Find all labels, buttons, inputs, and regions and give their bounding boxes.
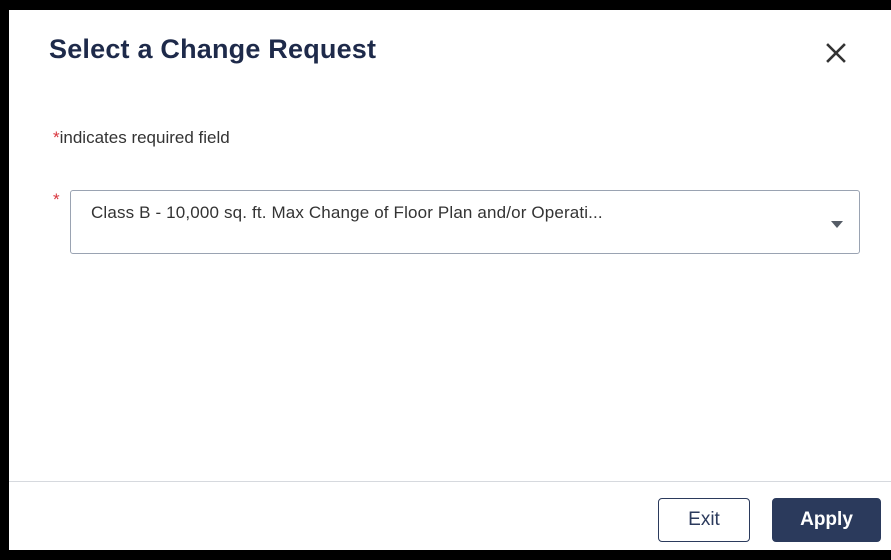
- exit-button[interactable]: Exit: [658, 498, 750, 542]
- field-required-asterisk: *: [53, 190, 60, 209]
- dialog-title: Select a Change Request: [49, 34, 377, 64]
- apply-button[interactable]: Apply: [772, 498, 881, 542]
- footer-divider: [9, 481, 891, 482]
- required-asterisk: *: [53, 128, 60, 147]
- close-icon: [826, 43, 846, 63]
- chevron-down-icon: [831, 221, 843, 228]
- change-request-select[interactable]: Class B - 10,000 sq. ft. Max Change of F…: [70, 190, 860, 254]
- close-button[interactable]: [819, 36, 853, 70]
- required-note-text: indicates required field: [59, 128, 230, 147]
- required-field-note: *indicates required field: [53, 128, 230, 148]
- selected-change-request: Class B - 10,000 sq. ft. Max Change of F…: [91, 203, 603, 222]
- change-request-dialog: Select a Change Request *indicates requi…: [9, 10, 891, 550]
